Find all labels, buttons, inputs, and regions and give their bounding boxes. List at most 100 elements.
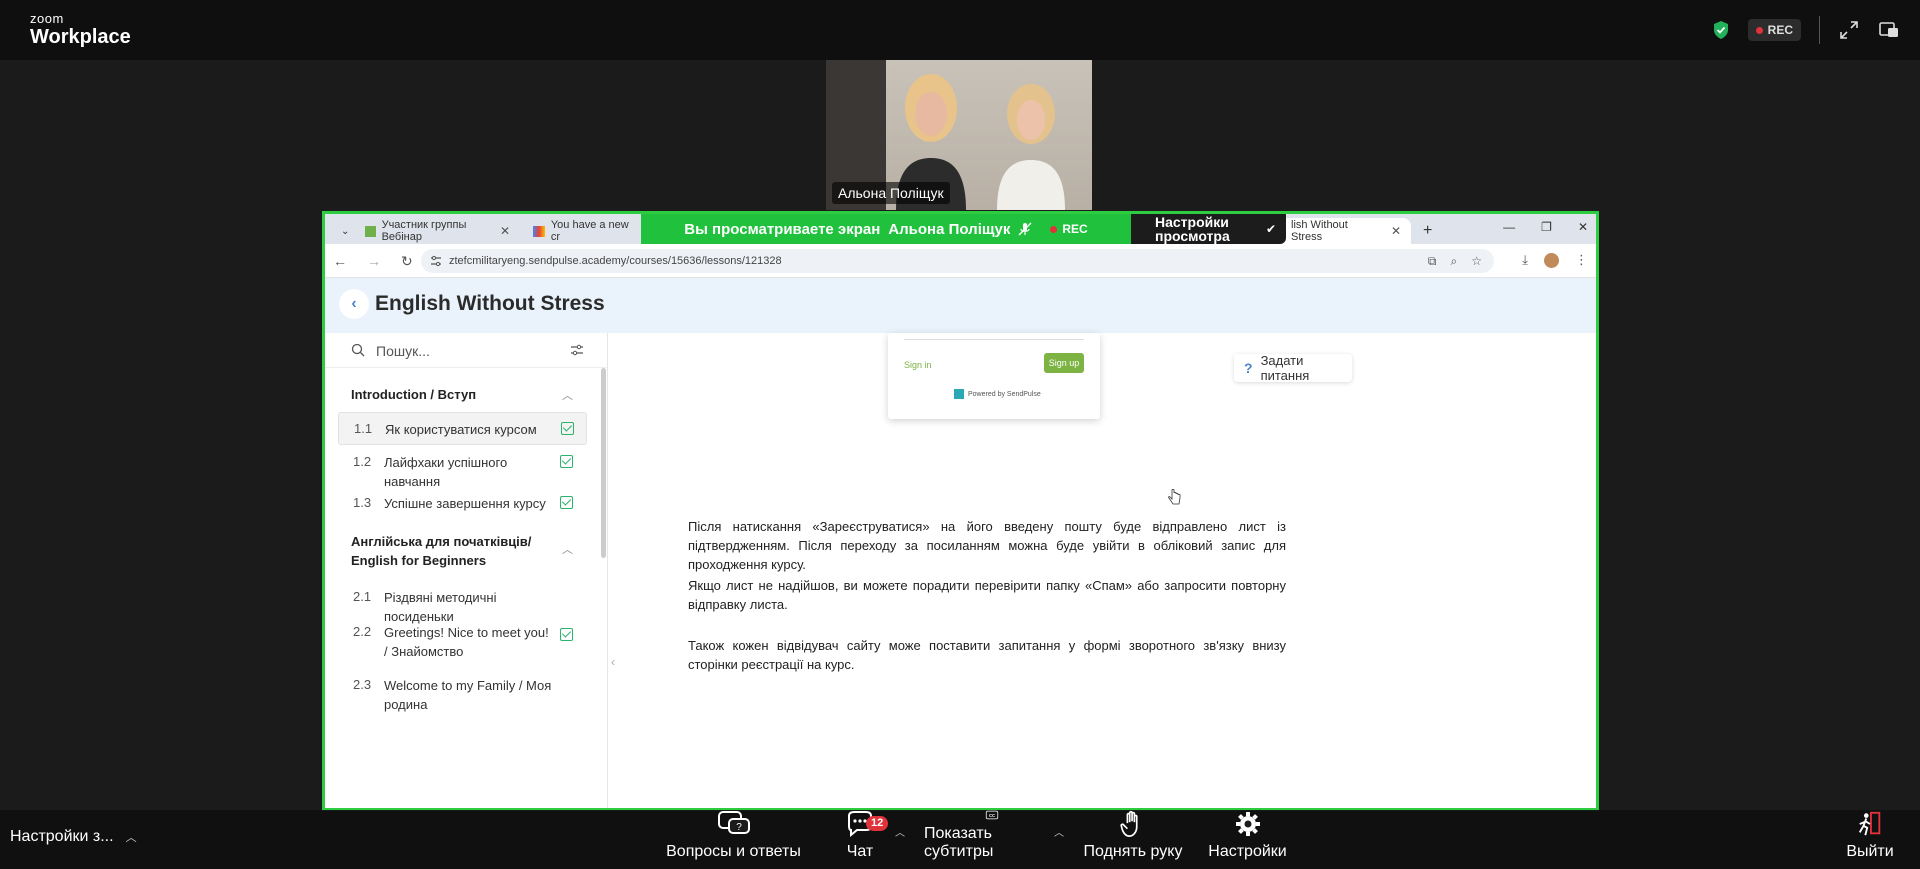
course-title: English Without Stress xyxy=(375,292,605,315)
lesson-item[interactable]: 1.3 Успішне завершення курсу xyxy=(338,487,587,520)
lesson-number: 1.1 xyxy=(354,421,373,436)
chevron-down-icon: ⌄ xyxy=(341,225,350,237)
toolbar-label: Вопросы и ответы xyxy=(666,843,801,860)
lesson-item[interactable]: 2.2 Greetings! Nice to meet you! / Знайо… xyxy=(338,616,587,661)
url-input[interactable]: ztefcmilitaryeng.sendpulse.academy/cours… xyxy=(421,249,1494,273)
zoom-window: zoom Workplace REC Альона Поліщук ⌄ Учас… xyxy=(0,0,1920,869)
recording-indicator[interactable]: REC xyxy=(1747,19,1801,41)
section-title[interactable]: Англійська для початківців/ English for … xyxy=(351,532,551,570)
audio-settings-button[interactable]: Настройки з... ︿ xyxy=(10,828,137,846)
svg-text:?: ? xyxy=(736,822,742,833)
lesson-sidebar: Пошук... Introduction / Вступ ︿ 1.1 Як к… xyxy=(325,333,608,808)
raise-hand-icon xyxy=(1120,810,1138,837)
settings-button[interactable]: Настройки xyxy=(1205,810,1290,869)
lesson-title: Як користуватися курсом xyxy=(385,422,537,437)
lesson-title: Welcome to my Family / Моя родина xyxy=(384,678,552,712)
zoom-logo: zoom Workplace xyxy=(30,12,131,47)
completed-check-icon xyxy=(560,496,573,509)
powered-by: Powered by SendPulse xyxy=(954,389,1041,399)
encryption-shield-icon[interactable] xyxy=(1712,20,1730,40)
input-line xyxy=(904,339,1084,340)
translate-icon[interactable]: ⧉ xyxy=(1428,254,1437,269)
toolbar-label: Настройки xyxy=(1208,843,1287,860)
ask-question-label: Задати питання xyxy=(1260,353,1310,383)
close-window-icon[interactable]: ✕ xyxy=(1578,220,1588,234)
lesson-search[interactable]: Пошук... xyxy=(325,333,607,368)
view-settings-button[interactable]: Настройки просмотра ✔ xyxy=(1131,214,1286,244)
tab-title: You have a new cr xyxy=(550,219,629,243)
sheets-favicon-icon xyxy=(365,225,376,237)
leave-button[interactable]: Выйти xyxy=(1840,810,1900,869)
lesson-content: Sign in Sign up Powered by SendPulse ? З… xyxy=(609,333,1596,808)
chevron-up-icon[interactable]: ︿ xyxy=(126,829,137,845)
gear-icon xyxy=(1235,812,1260,836)
view-layout-icon[interactable] xyxy=(1878,19,1900,41)
completed-check-icon xyxy=(560,455,573,468)
fullscreen-icon[interactable] xyxy=(1838,19,1860,41)
bookmark-star-icon[interactable]: ☆ xyxy=(1471,254,1482,269)
lesson-title: Успішне завершення курсу xyxy=(384,496,546,511)
rec-dot-icon xyxy=(1050,225,1058,233)
lesson-item[interactable]: 1.2 Лайфхаки успішного навчання xyxy=(338,446,587,489)
svg-text:CC: CC xyxy=(988,813,994,818)
browser-actions: ⤓ ⋮ xyxy=(1522,252,1588,268)
chevron-up-icon[interactable]: ︿ xyxy=(562,387,573,403)
new-tab-button[interactable]: + xyxy=(1413,218,1442,244)
site-info-icon[interactable] xyxy=(430,255,442,267)
leave-label: Выйти xyxy=(1846,843,1894,860)
course-header: ‹ English Without Stress xyxy=(325,278,1596,333)
lesson-item[interactable]: 2.3 Welcome to my Family / Моя родина xyxy=(338,669,587,712)
completed-check-icon xyxy=(561,422,574,435)
browser-tab[interactable]: Участник группы Вебінар ✕ xyxy=(355,218,520,244)
divider xyxy=(1819,16,1820,44)
zoom-icon[interactable]: ⌕ xyxy=(1451,254,1458,269)
navigation-buttons: ← → ↻ xyxy=(333,253,413,270)
section-title[interactable]: Introduction / Вступ xyxy=(351,385,551,404)
forward-arrow-icon[interactable]: → xyxy=(367,253,381,270)
completed-check-icon xyxy=(560,628,573,641)
chevron-up-icon[interactable]: ︿ xyxy=(562,541,573,557)
lesson-number: 1.2 xyxy=(353,454,372,469)
chevron-up-icon[interactable]: ︿ xyxy=(1054,824,1064,839)
chevron-up-icon[interactable]: ︿ xyxy=(895,824,905,839)
download-icon[interactable]: ⤓ xyxy=(1522,252,1528,268)
minimize-icon[interactable]: — xyxy=(1503,220,1515,234)
close-tab-icon[interactable]: ✕ xyxy=(500,224,510,238)
rec-label: REC xyxy=(1767,23,1793,37)
address-bar-row: ← → ↻ ztefcmilitaryeng.sendpulse.academy… xyxy=(325,244,1596,278)
raise-hand-button[interactable]: Поднять руку xyxy=(1083,810,1183,869)
captions-button[interactable]: CC Показать субтитры xyxy=(924,810,1059,869)
lesson-item[interactable]: 2.1 Різдвяні методичні посиденьки xyxy=(338,581,587,624)
content-paragraph: Якщо лист не надійшов, ви можете порадит… xyxy=(688,578,1286,612)
menu-dots-icon[interactable]: ⋮ xyxy=(1575,252,1588,268)
toolbar-label: Поднять руку xyxy=(1083,843,1183,860)
sendpulse-logo-icon xyxy=(954,389,964,399)
profile-avatar[interactable] xyxy=(1544,252,1559,268)
ask-question-button[interactable]: ? Задати питання xyxy=(1234,353,1352,383)
chat-button[interactable]: Чат 12 xyxy=(830,810,890,869)
filter-icon[interactable] xyxy=(570,343,584,357)
sidebar-scrollbar[interactable] xyxy=(601,368,606,558)
lesson-number: 1.3 xyxy=(353,495,372,510)
tab-title: lish Without Stress xyxy=(1291,219,1348,243)
chevron-left-icon: ‹ xyxy=(351,295,357,312)
reload-icon[interactable]: ↻ xyxy=(401,253,413,270)
course-back-button[interactable]: ‹ xyxy=(339,289,369,319)
browser-tab[interactable]: You have a new cr xyxy=(523,218,643,244)
cc-icon: CC xyxy=(985,810,998,820)
mic-muted-icon xyxy=(1018,222,1032,236)
shared-screen[interactable]: ⌄ Участник группы Вебінар ✕ You have a n… xyxy=(322,211,1599,811)
lesson-title: Лайфхаки успішного навчання xyxy=(384,455,508,489)
collapse-sidebar-icon[interactable]: ‹ xyxy=(611,655,615,669)
qa-button[interactable]: ? Вопросы и ответы xyxy=(666,810,801,869)
lesson-item[interactable]: 1.1 Як користуватися курсом xyxy=(338,412,587,445)
participant-video-tile[interactable]: Альона Поліщук xyxy=(826,60,1092,210)
participant-figure-2 xyxy=(997,84,1065,210)
browser-tab-active[interactable]: lish Without Stress ✕ xyxy=(1281,218,1411,244)
lesson-title: Greetings! Nice to meet you! / Знайомств… xyxy=(384,625,549,659)
back-arrow-icon[interactable]: ← xyxy=(333,253,347,270)
restore-icon[interactable]: ❐ xyxy=(1541,220,1552,234)
close-tab-icon[interactable]: ✕ xyxy=(1391,224,1401,238)
signup-button: Sign up xyxy=(1044,353,1084,373)
lesson-number: 2.2 xyxy=(353,624,372,639)
